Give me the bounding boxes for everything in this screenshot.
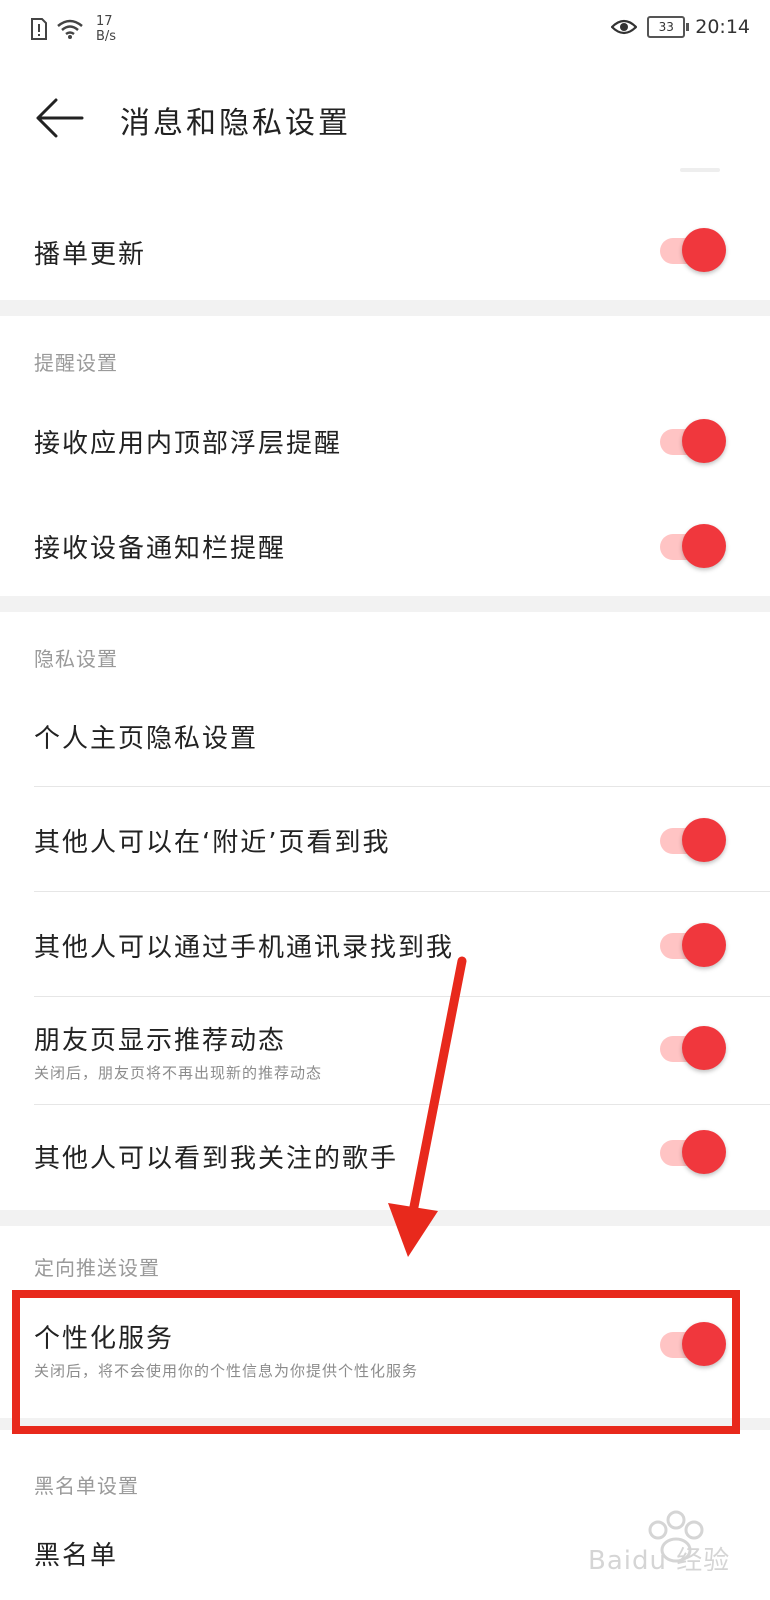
app-bar: 消息和隐私设置 — [0, 70, 770, 170]
playlist-update-toggle[interactable] — [660, 224, 726, 276]
nearby-visible-toggle[interactable] — [660, 814, 726, 866]
annotation-arrow-icon — [388, 956, 467, 1257]
contacts-find-toggle[interactable] — [660, 919, 726, 971]
notification-bar-toggle[interactable] — [660, 520, 726, 572]
clock: 20:14 — [695, 16, 750, 38]
section-header-blacklist: 黑名单设置 — [34, 1474, 139, 1498]
wifi-icon — [57, 19, 83, 39]
friends-feed-toggle[interactable] — [660, 1022, 726, 1074]
divider — [34, 786, 770, 787]
sim-alert-icon — [31, 18, 47, 40]
network-speed-unit: B/s — [96, 29, 117, 44]
setting-label: 其他人可以在‘附近’页看到我 — [34, 828, 391, 858]
battery-icon: 33 — [647, 16, 690, 38]
setting-label: 个人主页隐私设置 — [34, 724, 259, 754]
setting-label: 朋友页显示推荐动态 — [34, 1026, 287, 1056]
setting-notification-bar[interactable]: 接收设备通知栏提醒 — [0, 500, 770, 600]
annotation-highlight-box — [12, 1290, 740, 1434]
setting-description: 关闭后，朋友页将不再出现新的推荐动态 — [34, 1064, 323, 1082]
setting-nearby-visible[interactable]: 其他人可以在‘附近’页看到我 — [0, 790, 770, 890]
baidu-jingyan-watermark: Baidu 经验 — [588, 1500, 758, 1590]
network-speed: 17 B/s — [96, 14, 116, 44]
in-app-reminder-toggle[interactable] — [660, 415, 726, 467]
section-gap — [0, 300, 770, 316]
status-bar: 17 B/s 33 20:14 — [0, 0, 770, 60]
setting-label: 黑名单 — [34, 1541, 119, 1571]
setting-profile-privacy[interactable]: 个人主页隐私设置 — [0, 690, 770, 786]
setting-label: 接收应用内顶部浮层提醒 — [34, 429, 343, 459]
watermark-text: Baidu 经验 — [588, 1546, 731, 1576]
section-header-privacy: 隐私设置 — [34, 647, 118, 671]
scroll-fade — [680, 168, 720, 172]
setting-label: 其他人可以看到我关注的歌手 — [34, 1144, 399, 1174]
back-arrow-icon[interactable] — [34, 92, 86, 144]
setting-label: 播单更新 — [34, 240, 147, 270]
section-header-reminders: 提醒设置 — [34, 351, 118, 375]
section-header-targeted: 定向推送设置 — [34, 1256, 160, 1280]
section-gap — [0, 596, 770, 612]
divider — [34, 891, 770, 892]
network-speed-value: 17 — [96, 14, 113, 29]
setting-playlist-update[interactable]: 播单更新 — [0, 200, 770, 300]
page-title: 消息和隐私设置 — [120, 106, 351, 141]
followed-singers-toggle[interactable] — [660, 1126, 726, 1178]
eye-comfort-icon — [611, 19, 638, 35]
setting-in-app-reminder[interactable]: 接收应用内顶部浮层提醒 — [0, 395, 770, 495]
setting-label: 接收设备通知栏提醒 — [34, 534, 287, 564]
